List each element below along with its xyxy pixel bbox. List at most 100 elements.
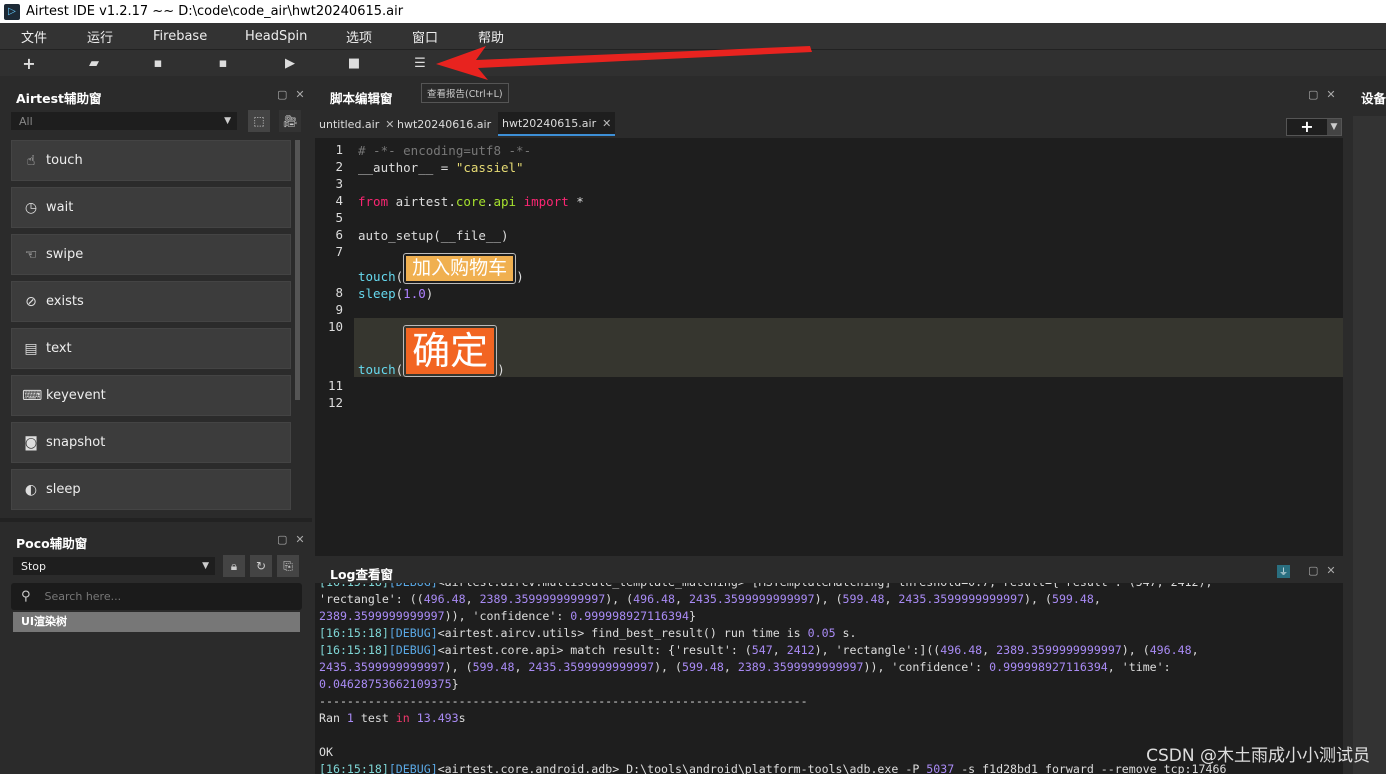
menu-firebase[interactable]: Firebase (153, 29, 207, 44)
image-template[interactable]: 加入购物车 (403, 253, 517, 284)
code-token: ) (425, 286, 434, 301)
poco-mode-value: Stop (21, 559, 47, 573)
log-token: 2435.3599999999997 (898, 592, 1025, 606)
record-icon[interactable]: ⎘ (277, 555, 299, 577)
tab-untitled[interactable]: untitled.air ✕ (315, 112, 398, 136)
report-icon[interactable]: ☰ (411, 54, 429, 72)
code-line: 8 sleep(1.0) (315, 284, 1343, 301)
code-token: ( (395, 269, 404, 284)
new-icon[interactable]: + (20, 54, 38, 73)
airtest-item-sleep[interactable]: ◐ sleep (11, 469, 291, 510)
run-icon[interactable]: ▶ (281, 54, 299, 72)
poco-mode-dropdown[interactable]: Stop ▼ (13, 557, 215, 575)
airtest-item-exists[interactable]: ⊘ exists (11, 281, 291, 322)
tab-label: untitled.air (319, 117, 380, 131)
line-number: 7 (335, 244, 343, 259)
line-number: 5 (335, 210, 343, 225)
menu-file[interactable]: 文件 (21, 27, 47, 46)
device-panel-title: 设备窗 (1361, 91, 1386, 106)
tab-hwt20240615[interactable]: hwt20240615.air ✕ (498, 112, 616, 136)
code-token: airtest. (388, 194, 456, 209)
menu-window[interactable]: 窗口 (412, 27, 438, 46)
add-tab-button[interactable]: + ▼ (1286, 118, 1342, 136)
save-icon[interactable]: ▪ (149, 54, 167, 72)
toolbar: + ▰ ▪ ▪ ▶ ■ ☰ (0, 50, 1386, 76)
line-number: 1 (335, 142, 343, 157)
log-token: 0.999998927116394 (989, 660, 1108, 674)
save-as-icon[interactable]: ▪ (214, 54, 232, 72)
log-token: [DEBUG] (388, 762, 438, 774)
record-icon[interactable]: 🎥︎ (279, 110, 301, 132)
filter-icon[interactable]: ⏚ (1277, 565, 1290, 578)
close-icon[interactable]: ✕ (602, 117, 611, 130)
item-label: touch (46, 153, 83, 168)
log-token: 496.48 (940, 643, 983, 657)
log-token: 599.48 (1051, 592, 1094, 606)
image-template-text: 确定 (406, 328, 495, 374)
refresh-icon[interactable]: ↻ (250, 555, 272, 577)
log-token: 2389.3599999999997 (479, 592, 606, 606)
log-line: [16:15:18][DEBUG]<airtest.core.api> matc… (315, 642, 1343, 659)
item-label: wait (46, 200, 74, 215)
code-token: import (523, 194, 569, 209)
code-line: 4 from airtest.core.api import * (315, 192, 1343, 209)
panel-window-buttons[interactable]: ▢✕ (277, 88, 313, 101)
chevron-down-icon: ▼ (202, 561, 209, 571)
line-number: 2 (335, 159, 343, 174)
log-token: , (772, 643, 787, 657)
item-label: swipe (46, 247, 84, 262)
airtest-item-swipe[interactable]: ☜ swipe (11, 234, 291, 275)
menu-bar: 文件 运行 Firebase HeadSpin 选项 窗口 帮助 (0, 23, 1386, 50)
airtest-assistant-panel: Airtest辅助窗 ▢✕ All ▼ ⬚ 🎥︎ ☝ touch ◷ wait ☜ swip… (0, 78, 312, 774)
log-token: ), ( (444, 660, 473, 674)
log-line: 0.04628753662109375} (315, 676, 1343, 693)
log-token: [16:15:18] (319, 626, 389, 640)
poco-search-input[interactable]: ⚲ Search here... (11, 583, 302, 610)
tab-label: hwt20240615.air (502, 116, 597, 130)
text-icon: ▤ (24, 340, 38, 357)
airtest-item-snapshot[interactable]: ◙ snapshot (11, 422, 291, 463)
log-token: , (884, 592, 899, 606)
line-number: 11 (327, 378, 343, 393)
clock-icon: ◷ (24, 199, 38, 216)
tab-hwt20240616[interactable]: hwt20240616.air✕ (393, 112, 510, 136)
editor-window-buttons[interactable]: ▢✕ (1308, 88, 1344, 101)
log-token: ), ( (814, 592, 843, 606)
menu-help[interactable]: 帮助 (478, 27, 504, 46)
poco-window-buttons[interactable]: ▢✕ (277, 533, 313, 546)
airtest-item-keyevent[interactable]: ⌨ keyevent (11, 375, 291, 416)
log-token: ), ( (1121, 643, 1150, 657)
menu-run[interactable]: 运行 (87, 27, 113, 46)
code-token: "cassiel" (455, 160, 524, 175)
airtest-item-text[interactable]: ▤ text (11, 328, 291, 369)
log-token: 2412 (786, 643, 815, 657)
airtest-item-wait[interactable]: ◷ wait (11, 187, 291, 228)
line-number: 6 (335, 227, 343, 242)
airtest-item-touch[interactable]: ☝ touch (11, 140, 291, 181)
ui-tree-root[interactable]: UI渲染树 (13, 612, 300, 632)
menu-options[interactable]: 选项 (346, 27, 372, 46)
log-token: OK (319, 745, 333, 759)
scrollbar[interactable] (295, 140, 300, 400)
log-token: 5037 (926, 762, 955, 774)
script-editor-panel: 脚本编辑窗 ▢✕ untitled.air✕ hwt20240616.air✕ … (315, 78, 1343, 556)
lock-icon[interactable]: 🔒︎ (223, 555, 245, 577)
menu-headspin[interactable]: HeadSpin (245, 29, 307, 44)
open-folder-icon[interactable]: ▰ (85, 54, 103, 72)
log-line: [16:15:18][DEBUG]<airtest.aircv.utils> f… (315, 625, 1343, 642)
screenshot-select-icon[interactable]: ⬚ (248, 110, 270, 132)
filter-value: All (19, 114, 33, 128)
log-token: 13.493 (416, 711, 459, 725)
item-label: exists (46, 294, 84, 309)
image-template[interactable]: 确定 (403, 325, 498, 377)
code-line: 12 (315, 394, 1343, 411)
stop-icon[interactable]: ■ (345, 54, 363, 72)
log-token: [16:15:18] (319, 583, 389, 589)
code-area[interactable]: 1 # -*- encoding=utf8 -*- 2 __author__ = "c… (315, 138, 1343, 556)
filter-dropdown[interactable]: All ▼ (11, 112, 237, 130)
log-token: , (982, 643, 997, 657)
chevron-down-icon: ▼ (224, 116, 231, 126)
title-bar: ▷ Airtest IDE v1.2.17 ~~ D:\code\code_ai… (0, 0, 1386, 23)
log-window-buttons[interactable]: ▢✕ (1308, 564, 1344, 577)
